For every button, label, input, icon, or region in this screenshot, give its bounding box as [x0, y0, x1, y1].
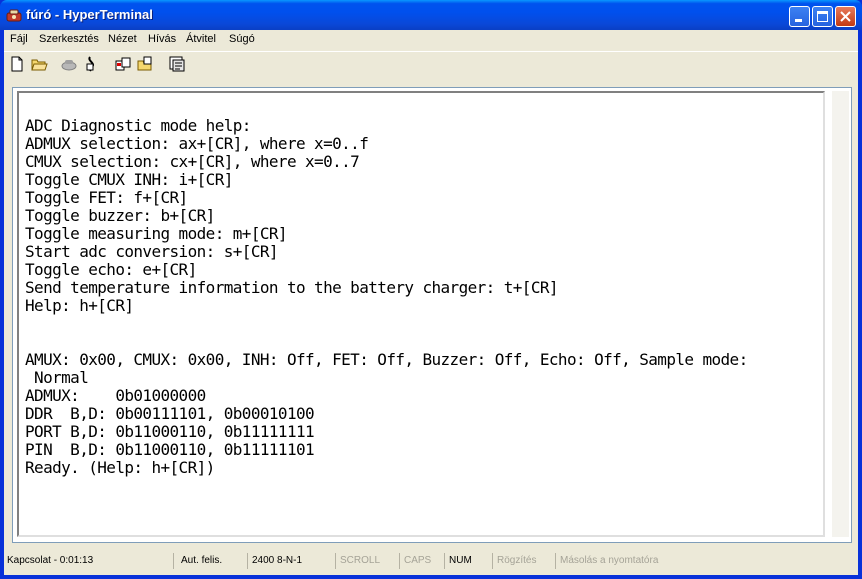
- receive-icon[interactable]: [136, 55, 154, 73]
- menu-edit[interactable]: Szerkesztés: [39, 33, 99, 45]
- vertical-scrollbar[interactable]: [832, 91, 849, 537]
- terminal-output[interactable]: ADC Diagnostic mode help: ADMUX selectio…: [25, 117, 748, 477]
- toolbar: [4, 51, 858, 78]
- new-document-icon[interactable]: [8, 55, 26, 73]
- status-port-settings: 2400 8-N-1: [249, 553, 336, 569]
- window-title: fúró - HyperTerminal: [26, 7, 153, 22]
- minimize-icon: [795, 19, 802, 22]
- client-area: Fájl Szerkesztés Nézet Hívás Átvitel Súg…: [4, 30, 858, 575]
- status-connection-time: Kapcsolat - 0:01:13: [4, 553, 174, 569]
- maximize-button[interactable]: [812, 6, 833, 27]
- status-caps: CAPS: [401, 553, 445, 569]
- title-bar[interactable]: fúró - HyperTerminal: [0, 0, 862, 30]
- close-icon: [840, 11, 851, 22]
- menu-transfer[interactable]: Átvitel: [186, 33, 216, 45]
- hyperterminal-window: fúró - HyperTerminal Fájl Szerkesztés Né…: [0, 0, 862, 579]
- hyperterminal-app-icon[interactable]: [6, 8, 22, 22]
- menu-view[interactable]: Nézet: [108, 33, 137, 45]
- terminal-screen[interactable]: ADC Diagnostic mode help: ADMUX selectio…: [17, 91, 825, 537]
- connect-phone-icon[interactable]: [60, 55, 78, 73]
- status-bar: Kapcsolat - 0:01:13 Aut. felis. 2400 8-N…: [4, 550, 858, 572]
- maximize-icon: [817, 11, 828, 22]
- send-icon[interactable]: [114, 55, 132, 73]
- status-print-echo: Másolás a nyomtatóra: [560, 555, 659, 566]
- status-auto-detect: Aut. felis.: [178, 553, 248, 569]
- open-folder-icon[interactable]: [30, 55, 48, 73]
- status-num: NUM: [446, 553, 493, 569]
- menu-file[interactable]: Fájl: [10, 33, 28, 45]
- minimize-button[interactable]: [789, 6, 810, 27]
- disconnect-icon[interactable]: [84, 55, 102, 73]
- terminal-pane[interactable]: ADC Diagnostic mode help: ADMUX selectio…: [12, 87, 852, 543]
- menu-help[interactable]: Súgó: [229, 33, 255, 45]
- menu-call[interactable]: Hívás: [148, 33, 176, 45]
- menu-bar: Fájl Szerkesztés Nézet Hívás Átvitel Súg…: [4, 30, 858, 50]
- close-button[interactable]: [835, 6, 856, 27]
- status-capture: Rögzítés: [494, 553, 556, 569]
- properties-icon[interactable]: [168, 55, 186, 73]
- status-scroll: SCROLL: [337, 553, 400, 569]
